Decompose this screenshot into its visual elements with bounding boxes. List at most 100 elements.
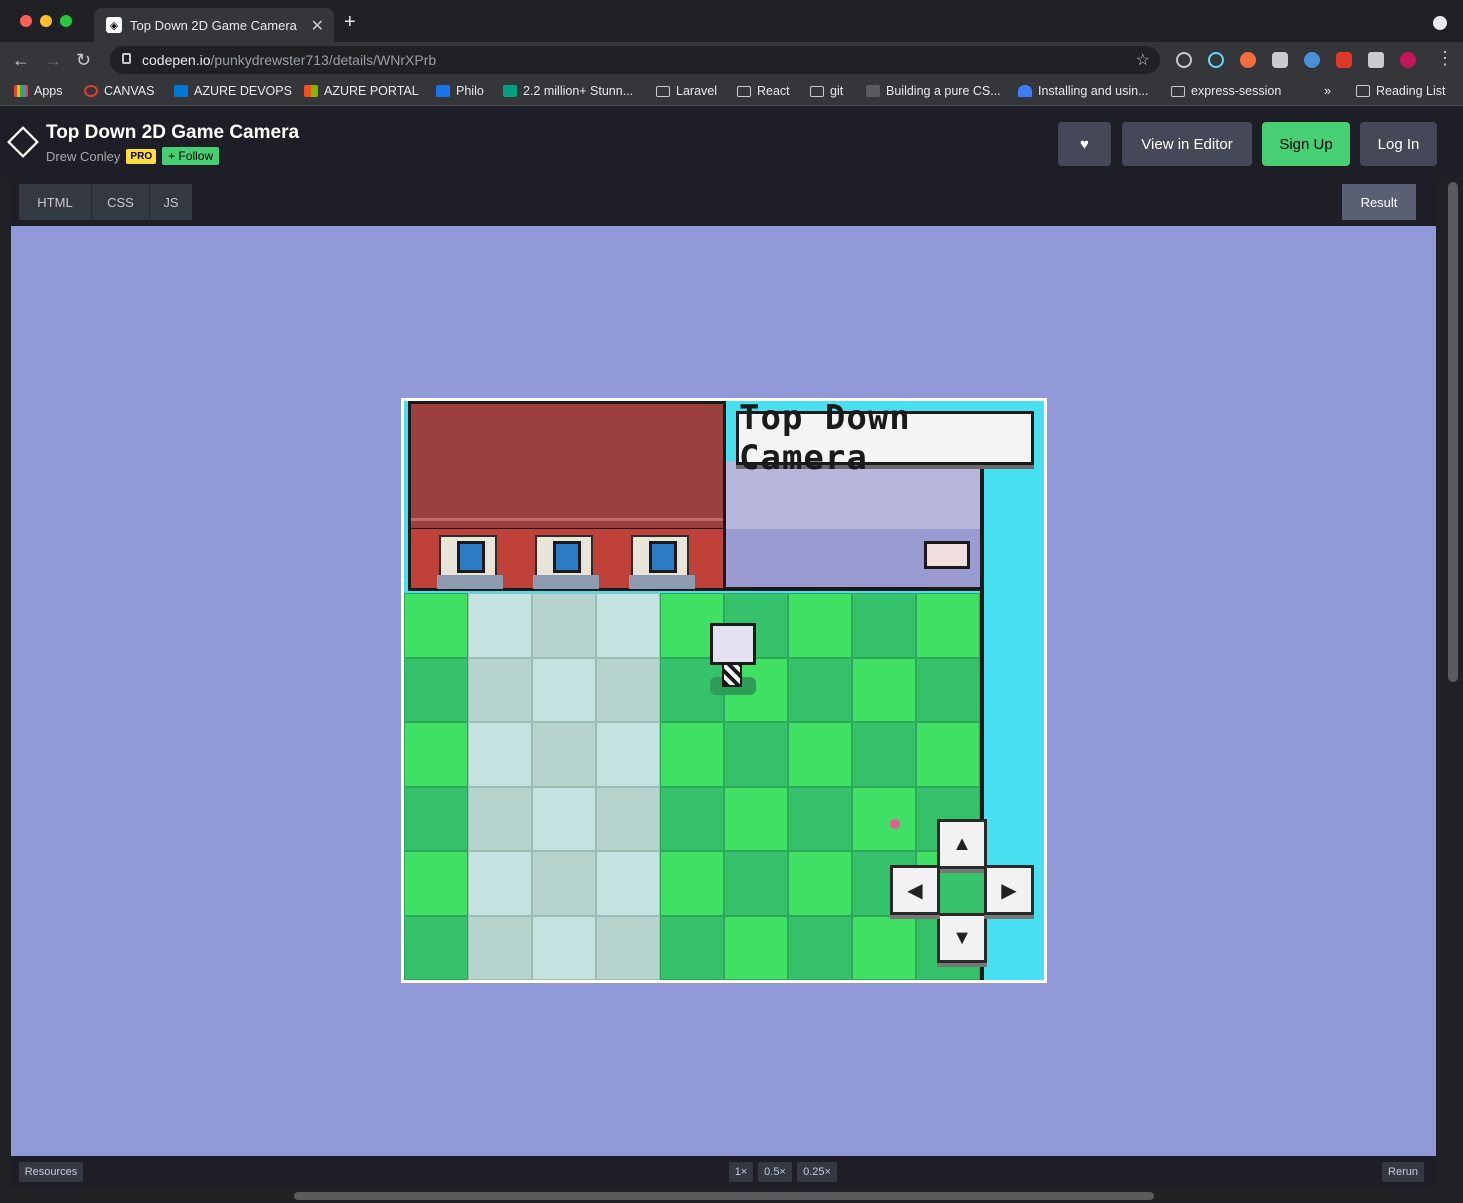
close-window-button[interactable]: [20, 15, 32, 27]
dpad-left-button[interactable]: ◀: [890, 865, 940, 915]
game-map: Top Down Camera ▲ ▼ ◀ ▶: [404, 401, 1044, 980]
horizontal-scrollbar[interactable]: [294, 1192, 1154, 1200]
tab-search-icon[interactable]: [1433, 16, 1447, 30]
author-name[interactable]: Drew Conley: [46, 149, 120, 164]
address-bar[interactable]: codepen.io/punkydrewster713/details/WNrX…: [110, 46, 1160, 74]
extension-b-icon[interactable]: [1272, 52, 1288, 68]
dpad-down-button[interactable]: ▼: [937, 913, 987, 963]
bookmark-azure-devops[interactable]: AZURE DEVOPS: [174, 84, 292, 98]
zoom-quarter-button[interactable]: 0.25×: [797, 1162, 837, 1182]
bookmark-stunning[interactable]: 2.2 million+ Stunn...: [503, 84, 633, 98]
path-tile: [468, 851, 532, 916]
microsoft-icon: [304, 85, 318, 97]
dpad-right-button[interactable]: ▶: [984, 865, 1034, 915]
grass-tile: [724, 915, 788, 980]
house-window: [535, 535, 593, 577]
game-viewport: Top Down Camera ▲ ▼ ◀ ▶: [401, 398, 1047, 983]
path-tile: [596, 657, 660, 722]
grass-tile: [788, 786, 852, 851]
bookmark-react[interactable]: React: [737, 84, 790, 98]
result-preview: Top Down Camera ▲ ▼ ◀ ▶: [11, 226, 1436, 1156]
dpad-center: [937, 865, 985, 913]
grass-tile: [724, 786, 788, 851]
tab-result[interactable]: Result: [1342, 184, 1416, 220]
extension-orange-icon[interactable]: [1240, 52, 1256, 68]
grass-tile: [852, 657, 916, 722]
door-step: [437, 575, 503, 589]
grass-tile: [916, 722, 980, 787]
player-character: [708, 623, 756, 695]
bookmark-canvas[interactable]: CANVAS: [84, 84, 154, 98]
house-window: [439, 535, 497, 577]
path-tile: [468, 915, 532, 980]
profile-avatar[interactable]: [1400, 52, 1416, 68]
maximize-window-button[interactable]: [60, 15, 72, 27]
bookmark-installing[interactable]: Installing and usin...: [1018, 84, 1149, 98]
path-tile: [596, 722, 660, 787]
path-tile: [532, 851, 596, 916]
codepen-logo-icon[interactable]: [7, 126, 39, 158]
tab-js[interactable]: JS: [149, 184, 192, 220]
browser-menu-icon[interactable]: ⋮: [1436, 48, 1454, 69]
path-tile: [532, 915, 596, 980]
new-tab-button[interactable]: +: [344, 11, 356, 34]
pexels-icon: [503, 85, 517, 97]
like-button[interactable]: ♥: [1058, 122, 1111, 166]
log-in-button[interactable]: Log In: [1360, 122, 1437, 166]
minimize-window-button[interactable]: [40, 15, 52, 27]
path-tile: [468, 657, 532, 722]
follow-button[interactable]: + Follow: [162, 147, 220, 165]
extensions-puzzle-icon[interactable]: [1368, 52, 1384, 68]
door-step: [533, 575, 599, 589]
reload-icon[interactable]: ↻: [76, 50, 91, 71]
path-tile: [532, 657, 596, 722]
bookmark-git[interactable]: git: [810, 84, 843, 98]
browser-toolbar: ← → ↻ codepen.io/punkydrewster713/detail…: [0, 42, 1463, 78]
forward-icon[interactable]: →: [44, 50, 62, 71]
flower: [890, 819, 900, 829]
bookmarks-overflow-button[interactable]: »: [1324, 84, 1331, 98]
sign-up-button[interactable]: Sign Up: [1262, 122, 1350, 166]
bookmark-azure-portal[interactable]: AZURE PORTAL: [304, 84, 419, 98]
rerun-button[interactable]: Rerun: [1382, 1162, 1424, 1182]
bookmark-philo[interactable]: Philo: [436, 84, 484, 98]
path-tile: [532, 593, 596, 658]
grass-tile: [404, 593, 468, 658]
path-tile: [468, 593, 532, 658]
grass-tile: [852, 722, 916, 787]
zoom-1x-button[interactable]: 1×: [729, 1162, 753, 1182]
extension-red-icon[interactable]: [1336, 52, 1352, 68]
view-in-editor-button[interactable]: View in Editor: [1122, 122, 1252, 166]
grass-tile: [788, 915, 852, 980]
zoom-half-button[interactable]: 0.5×: [758, 1162, 792, 1182]
red-house: [408, 401, 726, 597]
react-devtools-icon[interactable]: [1208, 52, 1224, 68]
extension-target-icon[interactable]: [1176, 52, 1192, 68]
bookmark-apps[interactable]: Apps: [14, 84, 63, 98]
site-arc-icon: [1018, 85, 1032, 97]
browser-tab[interactable]: ◈ Top Down 2D Game Camera ✕: [94, 8, 334, 42]
vertical-scrollbar[interactable]: [1448, 182, 1458, 682]
bookmark-star-icon[interactable]: ☆: [1136, 50, 1150, 70]
bookmark-building-css[interactable]: Building a pure CS...: [866, 84, 1001, 98]
bookmark-express-session[interactable]: express-session: [1171, 84, 1281, 98]
grass-tile: [916, 657, 980, 722]
back-icon[interactable]: ←: [12, 50, 30, 71]
grass-tile: [404, 786, 468, 851]
tab-html[interactable]: HTML: [19, 184, 91, 220]
close-tab-icon[interactable]: ✕: [311, 16, 324, 36]
grass-tile: [788, 593, 852, 658]
dpad-up-button[interactable]: ▲: [937, 819, 987, 869]
pen-author-row: Drew Conley PRO + Follow: [46, 147, 220, 165]
tab-css[interactable]: CSS: [91, 184, 149, 220]
gray-building: [726, 461, 980, 591]
apps-grid-icon: [14, 85, 28, 97]
reading-list-button[interactable]: Reading List: [1356, 84, 1446, 98]
grass-tile: [404, 722, 468, 787]
folder-icon: [656, 85, 670, 97]
grass-tile: [788, 722, 852, 787]
house-roof: [408, 401, 726, 531]
extension-blue-icon[interactable]: [1304, 52, 1320, 68]
resources-button[interactable]: Resources: [19, 1162, 83, 1182]
bookmark-laravel[interactable]: Laravel: [656, 84, 717, 98]
